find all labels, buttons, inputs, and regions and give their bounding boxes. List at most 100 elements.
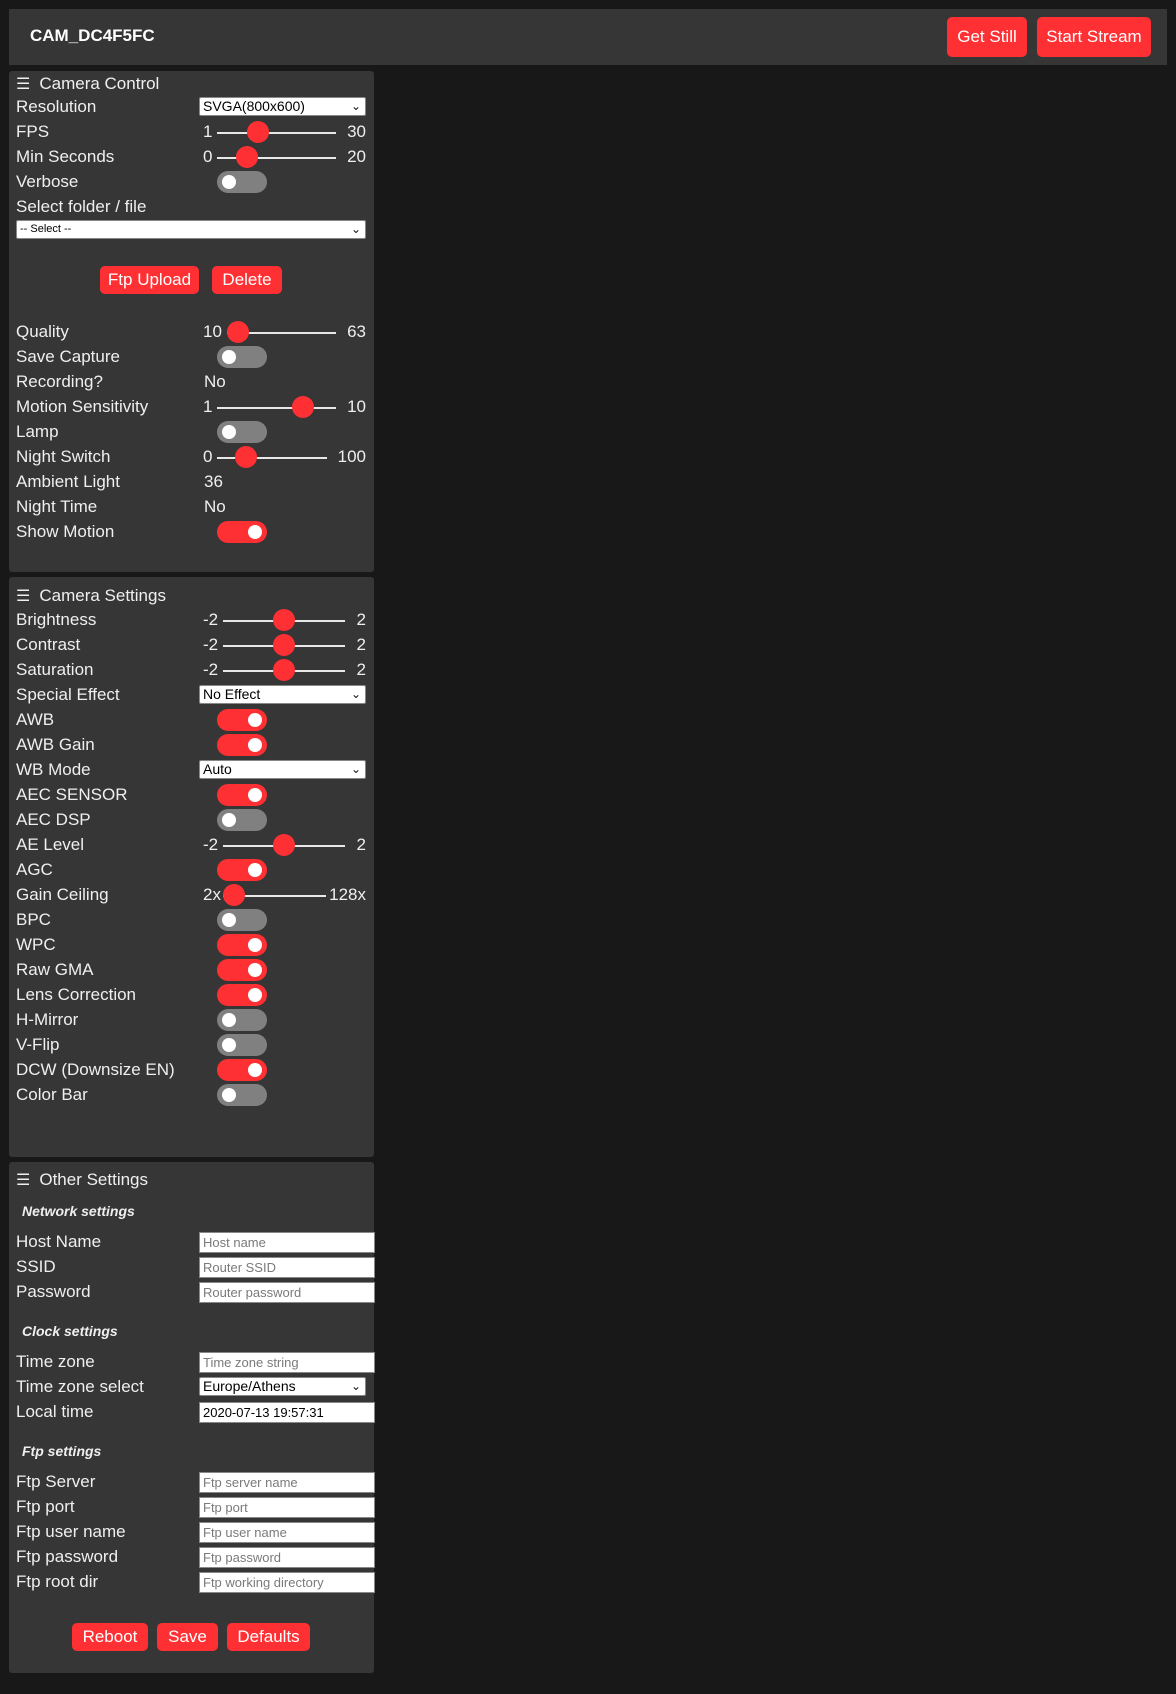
file-action-buttons: Ftp Upload Delete: [9, 266, 374, 294]
verbose-toggle[interactable]: [217, 171, 267, 193]
motion-sensitivity-slider[interactable]: 1 10: [199, 395, 366, 419]
wpc-row: WPC: [16, 933, 374, 957]
slider-thumb[interactable]: [247, 121, 270, 143]
ftp-user-row: Ftp user name: [16, 1520, 375, 1544]
awb-toggle[interactable]: [217, 709, 267, 731]
ftp-upload-button[interactable]: Ftp Upload: [100, 266, 199, 294]
night-switch-label: Night Switch: [16, 447, 111, 466]
min-seconds-slider[interactable]: 0 20: [199, 145, 366, 169]
chevron-down-icon: ⌄: [350, 99, 361, 113]
clock-settings-heading: Clock settings: [22, 1323, 118, 1339]
save-capture-toggle[interactable]: [217, 346, 267, 368]
slider-thumb[interactable]: [223, 884, 245, 906]
time-zone-input[interactable]: [199, 1352, 375, 1373]
lens-correction-toggle[interactable]: [217, 984, 267, 1006]
quality-slider[interactable]: 10 63: [199, 320, 366, 344]
start-stream-button[interactable]: Start Stream: [1037, 17, 1151, 57]
brightness-slider[interactable]: -2 2: [199, 608, 366, 632]
get-still-button[interactable]: Get Still: [947, 17, 1027, 57]
delete-button[interactable]: Delete: [212, 266, 282, 294]
ftp-server-label: Ftp Server: [16, 1472, 96, 1491]
dcw-toggle[interactable]: [217, 1059, 267, 1081]
fps-label: FPS: [16, 122, 50, 141]
fps-row: FPS 1 30: [16, 120, 374, 144]
ae-level-slider[interactable]: -2 2: [199, 833, 366, 857]
night-time-row: Night Time No: [16, 495, 374, 519]
brightness-row: Brightness -2 2: [16, 608, 374, 632]
gain-ceiling-slider[interactable]: 2x 128x: [199, 883, 366, 907]
v-flip-label: V-Flip: [16, 1035, 60, 1054]
contrast-row: Contrast -2 2: [16, 633, 374, 657]
camera-control-header[interactable]: ☰ Camera Control: [16, 74, 159, 94]
slider-thumb[interactable]: [234, 446, 257, 468]
h-mirror-toggle[interactable]: [217, 1009, 267, 1031]
resolution-select[interactable]: SVGA(800x600) ⌄: [199, 97, 366, 116]
password-input[interactable]: [199, 1282, 375, 1303]
recording-row: Recording? No: [16, 370, 374, 394]
ftp-server-input[interactable]: [199, 1472, 375, 1493]
fps-slider[interactable]: 1 30: [199, 120, 366, 144]
network-settings-heading: Network settings: [22, 1203, 135, 1219]
agc-label: AGC: [16, 860, 53, 879]
agc-row: AGC: [16, 858, 374, 882]
local-time-input[interactable]: [199, 1402, 375, 1423]
reboot-button[interactable]: Reboot: [72, 1623, 148, 1651]
raw-gma-row: Raw GMA: [16, 958, 374, 982]
ssid-input[interactable]: [199, 1257, 375, 1278]
ae-level-row: AE Level -2 2: [16, 833, 374, 857]
raw-gma-toggle[interactable]: [217, 959, 267, 981]
slider-thumb[interactable]: [227, 321, 249, 343]
agc-toggle[interactable]: [217, 859, 267, 881]
ftp-port-input[interactable]: [199, 1497, 375, 1518]
chevron-down-icon: ⌄: [350, 1379, 361, 1393]
save-button[interactable]: Save: [157, 1623, 218, 1651]
saturation-slider[interactable]: -2 2: [199, 658, 366, 682]
dcw-row: DCW (Downsize EN): [16, 1058, 374, 1082]
slider-thumb[interactable]: [273, 609, 295, 631]
top-bar: CAM_DC4F5FC Get Still Start Stream: [9, 9, 1167, 65]
color-bar-toggle[interactable]: [217, 1084, 267, 1106]
time-zone-select-row: Time zone select Europe/Athens ⌄: [16, 1375, 374, 1399]
ambient-light-row: Ambient Light 36: [16, 470, 374, 494]
saturation-row: Saturation -2 2: [16, 658, 374, 682]
ambient-light-label: Ambient Light: [16, 472, 120, 491]
host-name-input[interactable]: [199, 1232, 375, 1253]
v-flip-toggle[interactable]: [217, 1034, 267, 1056]
camera-settings-header[interactable]: ☰ Camera Settings: [16, 586, 166, 606]
ftp-user-input[interactable]: [199, 1522, 375, 1543]
ftp-password-input[interactable]: [199, 1547, 375, 1568]
folder-file-select[interactable]: -- Select -- ⌄: [16, 220, 366, 239]
bpc-toggle[interactable]: [217, 909, 267, 931]
gain-ceiling-row: Gain Ceiling 2x 128x: [16, 883, 374, 907]
ssid-label: SSID: [16, 1257, 56, 1276]
lamp-row: Lamp: [16, 420, 374, 444]
contrast-slider[interactable]: -2 2: [199, 633, 366, 657]
awb-gain-toggle[interactable]: [217, 734, 267, 756]
slider-thumb[interactable]: [273, 634, 295, 656]
wpc-toggle[interactable]: [217, 934, 267, 956]
ssid-row: SSID: [16, 1255, 375, 1279]
aec-sensor-toggle[interactable]: [217, 784, 267, 806]
night-switch-row: Night Switch 0 100: [16, 445, 374, 469]
min-seconds-label: Min Seconds: [16, 147, 115, 166]
saturation-label: Saturation: [16, 660, 94, 679]
wb-mode-select[interactable]: Auto ⌄: [199, 760, 366, 779]
camera-settings-panel: ☰ Camera Settings Brightness -2 2 Contras…: [9, 577, 374, 1157]
aec-dsp-toggle[interactable]: [217, 809, 267, 831]
other-settings-header[interactable]: ☰ Other Settings: [16, 1170, 148, 1190]
time-zone-select[interactable]: Europe/Athens ⌄: [199, 1377, 366, 1396]
min-seconds-row: Min Seconds 0 20: [16, 145, 374, 169]
special-effect-select[interactable]: No Effect ⌄: [199, 685, 366, 704]
time-zone-row: Time zone: [16, 1350, 375, 1374]
show-motion-toggle[interactable]: [217, 521, 267, 543]
lamp-toggle[interactable]: [217, 421, 267, 443]
slider-thumb[interactable]: [292, 396, 315, 418]
night-switch-slider[interactable]: 0 100: [199, 445, 366, 469]
slider-thumb[interactable]: [273, 834, 295, 856]
contrast-label: Contrast: [16, 635, 81, 654]
ftp-root-input[interactable]: [199, 1572, 375, 1593]
ftp-settings-heading: Ftp settings: [22, 1443, 102, 1459]
defaults-button[interactable]: Defaults: [227, 1623, 310, 1651]
slider-thumb[interactable]: [236, 146, 259, 168]
slider-thumb[interactable]: [273, 659, 295, 681]
